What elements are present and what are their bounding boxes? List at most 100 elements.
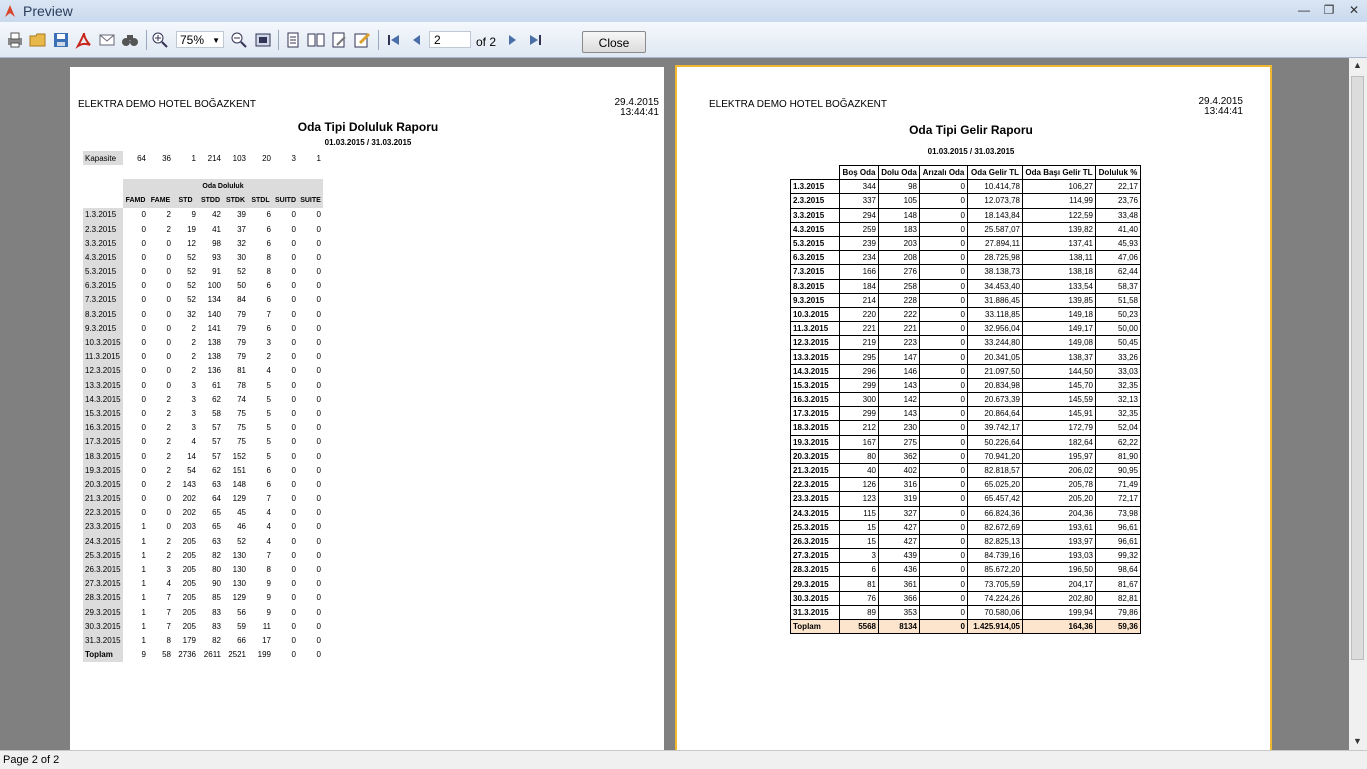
page-number-input[interactable]: 2 xyxy=(429,31,471,48)
pdf-export-icon[interactable] xyxy=(75,31,93,49)
close-window-button[interactable]: ✕ xyxy=(1345,3,1363,17)
row-date: 19.3.2015 xyxy=(83,463,123,478)
table-cell: 0 xyxy=(316,408,321,418)
table-cell: 81 xyxy=(237,366,246,376)
table-row xyxy=(83,165,323,179)
table-cell: 6 xyxy=(266,238,271,248)
table-cell: 32 xyxy=(187,309,196,319)
page-setup-icon[interactable] xyxy=(330,31,348,49)
table-cell: 193,97 xyxy=(1022,533,1096,550)
table-row: 5.3.2015 0 0 52 91 52 8 0 0 xyxy=(83,264,323,279)
table-cell: 74 xyxy=(237,394,246,404)
table-cell: 73,98 xyxy=(1095,505,1141,521)
save-icon[interactable] xyxy=(52,31,70,49)
total-cell: 2611 xyxy=(203,650,221,660)
table-cell: 0 xyxy=(316,380,321,390)
table-cell: 64 xyxy=(212,494,221,504)
table-cell: 42 xyxy=(212,210,221,220)
table-cell: 138 xyxy=(207,352,221,362)
table-cell: 0 xyxy=(141,338,146,348)
table-cell: 0 xyxy=(291,621,296,631)
zoom-out-icon[interactable] xyxy=(230,31,248,49)
find-icon[interactable] xyxy=(121,31,139,49)
spacer-cell xyxy=(791,166,840,180)
zoom-in-icon[interactable] xyxy=(151,31,169,49)
status-text: Page 2 of 2 xyxy=(3,754,60,766)
open-folder-icon[interactable] xyxy=(29,31,47,49)
print-icon[interactable] xyxy=(6,31,24,49)
scrollbar-thumb[interactable] xyxy=(1351,76,1364,660)
zoom-select[interactable]: 75% ▼ xyxy=(176,31,224,48)
table-cell: 52 xyxy=(237,536,246,546)
row-date: 8.3.2015 xyxy=(790,278,840,294)
chevron-down-icon: ▼ xyxy=(212,36,220,45)
row-date: 11.3.2015 xyxy=(83,349,123,364)
page-count-label: of 2 xyxy=(476,35,497,49)
table-cell: 6 xyxy=(266,224,271,234)
table-cell: 0 xyxy=(316,352,321,362)
table-cell: 0 xyxy=(316,238,321,248)
table-cell: 30 xyxy=(237,252,246,262)
table-cell: 0 xyxy=(141,380,146,390)
total-cell: 164,36 xyxy=(1022,618,1096,635)
previous-page-icon[interactable] xyxy=(408,31,426,49)
scroll-down-icon[interactable]: ▼ xyxy=(1353,736,1362,746)
table-cell: 2 xyxy=(166,550,171,560)
table-cell: 78 xyxy=(237,380,246,390)
table-cell: 0 xyxy=(316,479,321,489)
table-cell: 31.886,45 xyxy=(967,292,1023,308)
single-page-icon[interactable] xyxy=(284,31,302,49)
table-cell: 3 xyxy=(839,548,879,564)
table-cell: 81,90 xyxy=(1095,448,1141,464)
last-page-icon[interactable] xyxy=(526,31,544,49)
capacity-cell: 214 xyxy=(207,153,221,163)
table-row: 27.3.2015 1 4 205 90 130 9 0 0 xyxy=(83,576,323,591)
row-date: 10.3.2015 xyxy=(83,335,123,350)
table-cell: 74.224,26 xyxy=(967,590,1023,606)
table-cell: 148 xyxy=(878,207,920,223)
table-cell: 58 xyxy=(212,408,221,418)
table-row: 7.3.2015 166 276 0 38.138,73 138,18 62,44 xyxy=(790,264,1141,280)
table-cell: 228 xyxy=(878,292,920,308)
email-icon[interactable] xyxy=(98,31,116,49)
table-cell: 193,61 xyxy=(1022,519,1096,535)
next-page-icon[interactable] xyxy=(503,31,521,49)
scroll-up-icon[interactable]: ▲ xyxy=(1353,60,1362,70)
close-button[interactable]: Close xyxy=(582,31,646,53)
edit-icon[interactable] xyxy=(353,31,371,49)
row-date: 12.3.2015 xyxy=(83,363,123,378)
table-cell: 0 xyxy=(919,448,968,464)
table-cell: 57 xyxy=(212,451,221,461)
table-cell: 144,50 xyxy=(1022,363,1096,379)
row-date: 24.3.2015 xyxy=(790,505,840,521)
table-cell: 259 xyxy=(839,221,879,237)
table-cell: 0 xyxy=(166,252,171,262)
multi-page-icon[interactable] xyxy=(307,31,325,49)
vertical-scrollbar[interactable]: ▲ ▼ xyxy=(1349,58,1367,750)
table-cell: 0 xyxy=(291,338,296,348)
table-cell: 2 xyxy=(266,352,271,362)
table-cell: 205 xyxy=(182,607,196,617)
row-date: 15.3.2015 xyxy=(790,377,840,394)
fit-page-icon[interactable] xyxy=(254,31,272,49)
column-header: STDD xyxy=(198,193,223,208)
table-cell: 21.097,50 xyxy=(967,363,1023,379)
table-cell: 202 xyxy=(182,508,196,518)
table-cell: 0 xyxy=(291,550,296,560)
preview-area[interactable]: ELEKTRA DEMO HOTEL BOĞAZKENT 29.4.2015 1… xyxy=(0,58,1349,750)
row-date: 24.3.2015 xyxy=(83,534,123,549)
table-row: 9.3.2015 214 228 0 31.886,45 139,85 51,58 xyxy=(790,292,1141,308)
table-cell: 27.894,11 xyxy=(967,235,1023,252)
maximize-button[interactable]: ❐ xyxy=(1320,3,1338,17)
table-cell: 98 xyxy=(878,179,920,195)
first-page-icon[interactable] xyxy=(385,31,403,49)
window-title: Preview xyxy=(23,3,73,19)
table-cell: 205,20 xyxy=(1022,491,1096,507)
table-cell: 0 xyxy=(291,508,296,518)
row-date: 26.3.2015 xyxy=(790,533,840,550)
table-cell: 0 xyxy=(166,309,171,319)
table-cell: 6 xyxy=(266,295,271,305)
row-date: 3.3.2015 xyxy=(790,207,840,223)
table-cell: 0 xyxy=(141,451,146,461)
minimize-button[interactable]: — xyxy=(1295,3,1313,17)
